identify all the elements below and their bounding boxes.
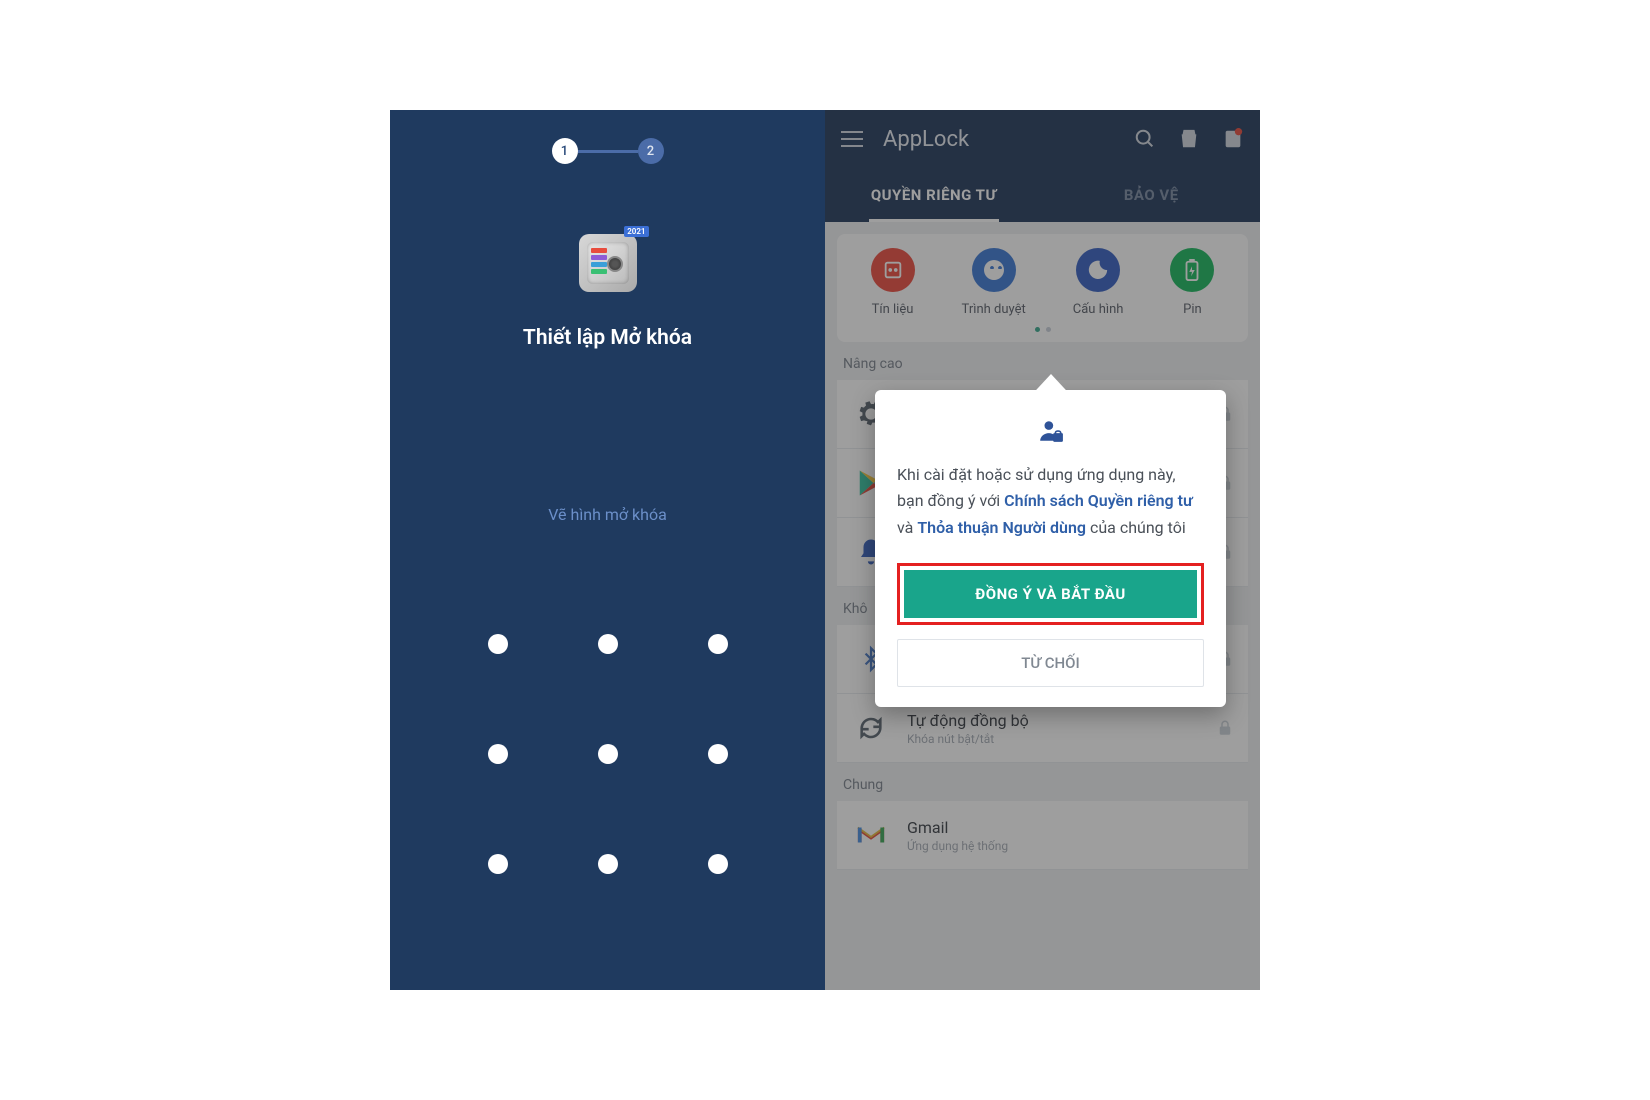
step-2: 2 [638,138,664,164]
dual-screenshot-container: 1 2 2021 Thiết lập Mở khóa Vẽ hình mở kh… [390,110,1260,990]
pattern-dot[interactable] [598,854,618,874]
decline-button[interactable]: TỪ CHỐI [897,639,1204,687]
pattern-dot[interactable] [708,634,728,654]
consent-dialog: Khi cài đặt hoặc sử dụng ứng dụng này, b… [875,390,1226,707]
year-badge: 2021 [624,226,648,237]
pattern-grid[interactable] [488,634,728,874]
pattern-dot[interactable] [598,744,618,764]
pattern-dot[interactable] [708,744,728,764]
pattern-hint-text: Vẽ hình mở khóa [548,505,667,524]
agree-button[interactable]: ĐỒNG Ý VÀ BẮT ĐẦU [904,570,1197,618]
user-agreement-link[interactable]: Thỏa thuận Người dùng [917,518,1086,537]
pattern-dot[interactable] [488,744,508,764]
screen-pattern-setup: 1 2 2021 Thiết lập Mở khóa Vẽ hình mở kh… [390,110,825,990]
pattern-dot[interactable] [598,634,618,654]
app-vault-icon: 2021 [579,234,637,292]
pattern-dot[interactable] [488,854,508,874]
pattern-dot[interactable] [488,634,508,654]
screen-applock-dialog: AppLock QUYỀN RIÊNG TƯ BẢO VỆ Tín liệu [825,110,1260,990]
step-1: 1 [552,138,578,164]
step-indicator: 1 2 [552,138,664,164]
privacy-policy-link[interactable]: Chính sách Quyền riêng tư [1004,491,1193,510]
dialog-body-text: Khi cài đặt hoặc sử dụng ứng dụng này, b… [897,462,1204,541]
step-connector [578,150,638,153]
agree-button-highlight: ĐỒNG Ý VÀ BẮT ĐẦU [897,563,1204,625]
dialog-pointer [1025,374,1077,402]
setup-title: Thiết lập Mở khóa [523,326,692,350]
privacy-person-icon [897,418,1204,444]
pattern-dot[interactable] [708,854,728,874]
